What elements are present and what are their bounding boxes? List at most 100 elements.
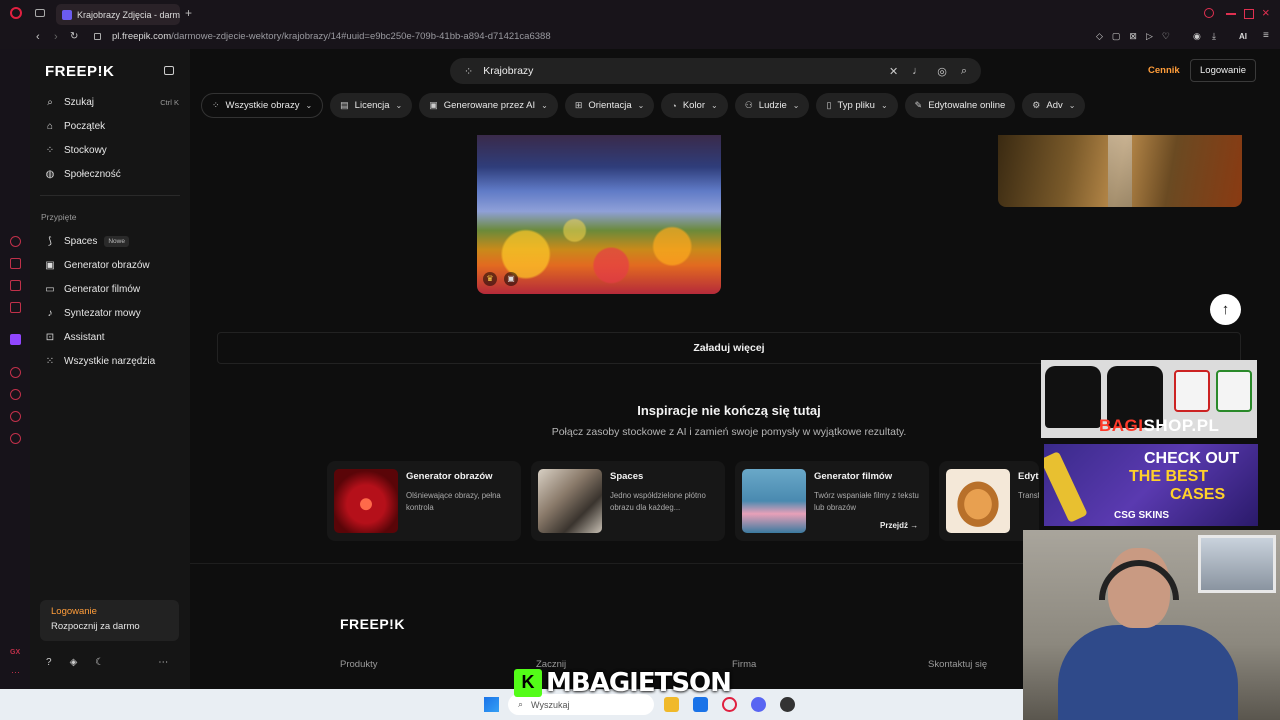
chevron-down-icon: ⌄ bbox=[305, 101, 313, 110]
back-icon[interactable]: ‹ bbox=[36, 31, 40, 43]
filter-all-images[interactable]: ⁘ Wszystkie obrazy ⌄ bbox=[201, 93, 324, 118]
clear-icon[interactable]: ✕ bbox=[889, 65, 898, 78]
filter-color[interactable]: ◔ Kolor ⌄ bbox=[661, 93, 728, 118]
url-field[interactable]: pl.freepik.com/darmowe-zdjecie-wektory/k… bbox=[112, 31, 551, 42]
login-card[interactable]: Logowanie Rozpocznij za darmo bbox=[40, 600, 179, 641]
extension-icon[interactable] bbox=[10, 258, 21, 269]
browser-chrome: Krajobrazy Zdjęcia - darmo + × ‹ › ↻ ◇▢⊠… bbox=[0, 0, 1280, 49]
image-ai-icon: ▣ bbox=[429, 100, 438, 110]
search-icon[interactable]: ⌕ bbox=[961, 65, 967, 78]
maximize-icon[interactable] bbox=[1244, 9, 1254, 19]
freepik-favicon-icon bbox=[62, 9, 72, 20]
search-input[interactable]: Krajobrazy bbox=[483, 65, 533, 77]
sidebar-item-label: Społeczność bbox=[64, 168, 121, 180]
card-spaces[interactable]: Spaces Jedno współdzielone płótno obrazu… bbox=[531, 461, 725, 541]
more-options-icon[interactable]: ⋯ bbox=[158, 657, 168, 668]
kick-streamer-overlay: K MBAGIETSON bbox=[514, 666, 732, 699]
sidebar-item-stock[interactable]: ⁘ Stockowy bbox=[44, 140, 179, 160]
file-explorer-icon[interactable] bbox=[664, 697, 679, 712]
more-icon[interactable]: ⋯ bbox=[11, 667, 20, 678]
new-tab-icon[interactable]: + bbox=[185, 6, 192, 20]
sidebar-item-voice[interactable]: ♪ Syntezator mowy bbox=[44, 303, 179, 323]
tab-list-icon[interactable] bbox=[35, 9, 45, 17]
close-window-icon[interactable]: × bbox=[1262, 5, 1270, 20]
login-button[interactable]: Logowanie bbox=[1190, 59, 1256, 82]
filter-editable-online[interactable]: ✎ Edytowalne online bbox=[904, 93, 1016, 118]
image-type-icon: ▣ bbox=[504, 272, 518, 286]
card-cta[interactable]: Przejdź → bbox=[880, 521, 918, 530]
profile-icon[interactable]: ◉ bbox=[1193, 31, 1201, 42]
forward-icon[interactable]: › bbox=[54, 31, 58, 43]
video-icon: ▭ bbox=[45, 283, 55, 295]
tab-active[interactable]: Krajobrazy Zdjęcia - darmo bbox=[56, 4, 180, 25]
extension-icon[interactable] bbox=[10, 236, 21, 247]
sidebar-toggle-icon[interactable] bbox=[164, 66, 174, 75]
search-tabs-icon[interactable] bbox=[1204, 8, 1214, 18]
ad-line-3: CASES bbox=[1170, 486, 1226, 503]
sidebar-item-search[interactable]: ⌕ Szukaj Ctrl K bbox=[44, 92, 179, 112]
globe-icon: ◍ bbox=[45, 168, 55, 180]
menu-icon[interactable]: ≡ bbox=[1263, 30, 1269, 41]
extension-icon[interactable] bbox=[10, 280, 21, 291]
extension-icon[interactable] bbox=[10, 302, 21, 313]
sidebar-item-assistant[interactable]: ⊡ Assistant bbox=[44, 327, 179, 347]
sidebar-item-all-tools[interactable]: ⁙ Wszystkie narzędzia bbox=[44, 351, 179, 371]
freepik-logo[interactable]: FREEP!K bbox=[45, 63, 114, 80]
download-icon[interactable]: ⤓ bbox=[1212, 31, 1216, 42]
sidebar-item-spaces[interactable]: ⟆ Spaces Nowe bbox=[44, 231, 179, 251]
reload-icon[interactable]: ↻ bbox=[70, 31, 78, 42]
card-video-generator[interactable]: Generator filmów Twórz wspaniałe filmy z… bbox=[735, 461, 929, 541]
file-icon: ▯ bbox=[826, 100, 832, 110]
sidebar-item-community[interactable]: ◍ Społeczność bbox=[44, 164, 179, 184]
filter-file-type[interactable]: ▯ Typ pliku ⌄ bbox=[816, 93, 898, 118]
result-image-forest-path[interactable] bbox=[998, 135, 1242, 207]
bagishop-ad: BAGISHOP.PL bbox=[1041, 360, 1257, 438]
filter-ai-generated[interactable]: ▣ Generowane przez AI ⌄ bbox=[419, 93, 558, 118]
theme-moon-icon[interactable]: ☾ bbox=[95, 657, 104, 668]
filter-orientation[interactable]: ⊞ Orientacja ⌄ bbox=[564, 93, 655, 118]
filter-label: Licencja bbox=[354, 100, 390, 111]
opera-logo-icon[interactable] bbox=[10, 7, 22, 19]
result-image-flowers-lake[interactable]: ♛ ▣ bbox=[477, 135, 721, 294]
microphone-icon[interactable]: ♩ bbox=[912, 65, 923, 78]
twitch-icon[interactable] bbox=[10, 334, 21, 345]
settings-icon[interactable] bbox=[10, 433, 21, 444]
grid-icon: ⁘ bbox=[212, 100, 220, 110]
sidebar-item-image-generator[interactable]: ▣ Generator obrazów bbox=[44, 255, 179, 275]
stock-grid-icon: ⁘ bbox=[45, 144, 55, 156]
history-icon[interactable] bbox=[10, 389, 21, 400]
category-grid-icon[interactable]: ⁘ bbox=[464, 65, 473, 78]
ai-label[interactable]: AI bbox=[1239, 32, 1247, 41]
shortcut-hint: Ctrl K bbox=[160, 97, 179, 107]
sidebar-item-video-generator[interactable]: ▭ Generator filmów bbox=[44, 279, 179, 299]
filter-people[interactable]: ⚇ Ludzie ⌄ bbox=[734, 93, 810, 118]
windows-start-icon[interactable] bbox=[484, 697, 499, 712]
minimize-icon[interactable] bbox=[1226, 13, 1236, 15]
camera-search-icon[interactable]: ◎ bbox=[937, 65, 947, 78]
search-icon: ⌕ bbox=[518, 699, 524, 709]
filter-label: Generowane przez AI bbox=[443, 100, 536, 111]
store-icon[interactable] bbox=[693, 697, 708, 712]
opera-gx-taskbar-icon[interactable] bbox=[722, 697, 737, 712]
filter-license[interactable]: ▤ Licencja ⌄ bbox=[330, 93, 413, 118]
knife-image bbox=[1044, 451, 1088, 523]
arrow-right-icon: → bbox=[910, 521, 919, 530]
toolbar-icons[interactable]: ◇▢⊠▷♡ bbox=[1096, 31, 1179, 42]
sidebar-item-home[interactable]: ⌂ Początek bbox=[44, 116, 179, 136]
help-icon[interactable]: ? bbox=[46, 657, 52, 668]
ad-line-1: CHECK OUT bbox=[1144, 450, 1240, 467]
player-icon[interactable] bbox=[10, 367, 21, 378]
messenger-icon[interactable] bbox=[10, 411, 21, 422]
pricing-link[interactable]: Cennik bbox=[1148, 65, 1180, 76]
card-editor[interactable]: Edyto Transf obrazy bbox=[939, 461, 1039, 541]
chevron-down-icon: ⌄ bbox=[1068, 101, 1076, 110]
footer-logo[interactable]: FREEP!K bbox=[340, 616, 405, 632]
learn-icon[interactable]: ◈ bbox=[70, 657, 78, 668]
filter-advanced[interactable]: ⚙ Adv ⌄ bbox=[1022, 93, 1086, 118]
obs-icon[interactable] bbox=[780, 697, 795, 712]
card-image-generator[interactable]: Generator obrazów Olśniewające obrazy, p… bbox=[327, 461, 521, 541]
discord-icon[interactable] bbox=[751, 697, 766, 712]
search-bar[interactable]: ⁘ Krajobrazy ✕ ♩ ◎ ⌕ bbox=[450, 58, 981, 84]
chevron-down-icon: ⌄ bbox=[711, 101, 718, 110]
scroll-to-top-button[interactable]: ↑ bbox=[1210, 294, 1241, 325]
